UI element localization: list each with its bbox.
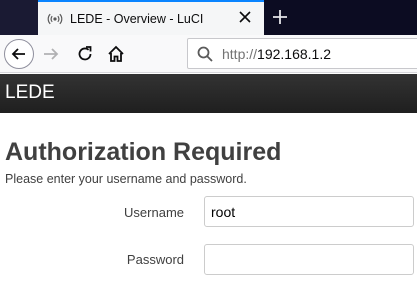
url-prefix: http:// [222,45,258,62]
plus-icon[interactable] [270,7,290,27]
username-label: Username [124,205,184,220]
password-label: Password [126,252,184,267]
broadcast-icon [47,11,63,27]
brand-logo[interactable]: LEDE [5,82,55,104]
page-header: LEDE [0,74,417,113]
search-icon [196,45,214,63]
password-field[interactable] [204,244,414,275]
back-arrow-icon[interactable] [4,39,34,69]
tab-title: LEDE - Overview - LuCI [70,11,204,26]
forward-arrow-icon[interactable] [41,44,61,64]
page-description: Please enter your username and password. [5,172,247,186]
tab-strip-spacer [0,0,38,35]
url-text: http://192.168.1.2 [222,46,331,62]
username-field[interactable] [204,196,414,227]
url-host: 192.168.1.2 [257,45,331,62]
reload-icon[interactable] [75,44,95,64]
tab-strip: LEDE - Overview - LuCI [0,0,417,35]
navigation-toolbar: http://192.168.1.2 [0,35,417,73]
close-icon[interactable] [238,10,252,24]
home-icon[interactable] [106,44,126,64]
browser-tab[interactable]: LEDE - Overview - LuCI [38,0,264,35]
url-bar[interactable]: http://192.168.1.2 [187,38,417,69]
page-title: Authorization Required [5,138,282,166]
